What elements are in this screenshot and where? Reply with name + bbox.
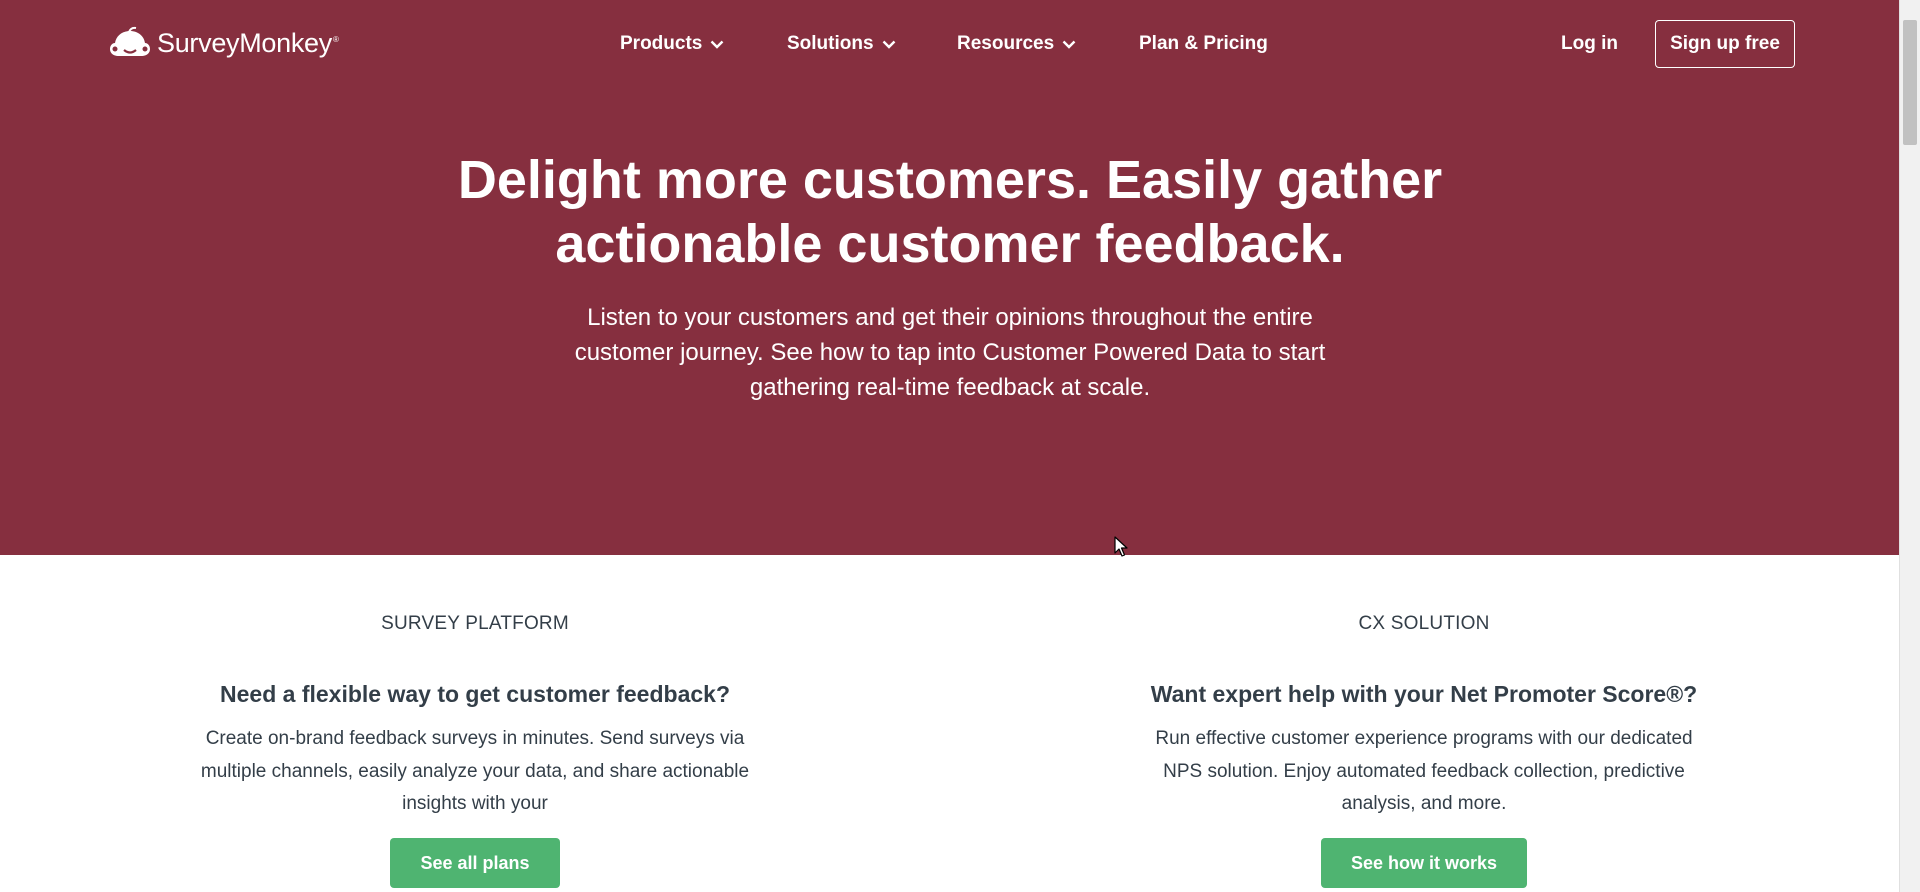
login-link[interactable]: Log in [1561, 30, 1618, 58]
nav-solutions-label: Solutions [787, 33, 874, 54]
hero-subheadline: Listen to your customers and get their o… [574, 304, 1326, 401]
survey-platform-column: SURVEY PLATFORM Need a flexible way to g… [175, 612, 775, 888]
nav-resources[interactable]: Resources [957, 30, 1076, 58]
logo-wordmark: SurveyMonkey [157, 27, 332, 58]
chevron-down-icon [711, 40, 724, 49]
hero-section: SurveyMonkey ® Products Solutions Resour… [0, 0, 1899, 555]
column-description: Create on-brand feedback surveys in minu… [200, 728, 750, 814]
nav-resources-label: Resources [957, 33, 1055, 54]
signup-button[interactable]: Sign up free [1655, 20, 1795, 68]
column-description: Run effective customer experience progra… [1155, 728, 1693, 814]
logo-registered-mark: ® [332, 34, 339, 44]
scrollbar-thumb[interactable] [1903, 20, 1917, 145]
vertical-scrollbar[interactable] [1899, 0, 1920, 892]
nav-products-label: Products [620, 33, 703, 54]
cx-solution-column: CX SOLUTION Want expert help with your N… [1124, 612, 1724, 888]
column-eyebrow: SURVEY PLATFORM [381, 613, 569, 634]
hero-headline: Delight more customers. Easily gather ac… [457, 150, 1443, 274]
surveymonkey-logo[interactable]: SurveyMonkey ® [107, 24, 339, 62]
nav-plan-pricing[interactable]: Plan & Pricing [1139, 30, 1268, 58]
chevron-down-icon [882, 40, 895, 49]
mouse-pointer-icon [1114, 536, 1128, 557]
nav-products[interactable]: Products [620, 30, 724, 58]
nav-plan-pricing-label: Plan & Pricing [1139, 33, 1268, 54]
chevron-down-icon [1062, 40, 1076, 49]
column-title: Need a flexible way to get customer feed… [220, 681, 730, 707]
page: SurveyMonkey ® Products Solutions Resour… [0, 0, 1899, 892]
see-how-it-works-button[interactable]: See how it works [1320, 837, 1528, 888]
surveymonkey-logo-icon [110, 26, 150, 56]
see-all-plans-button[interactable]: See all plans [390, 837, 560, 888]
column-title: Want expert help with your Net Promoter … [1150, 681, 1698, 707]
nav-solutions[interactable]: Solutions [787, 30, 896, 58]
column-eyebrow: CX SOLUTION [1358, 613, 1490, 634]
